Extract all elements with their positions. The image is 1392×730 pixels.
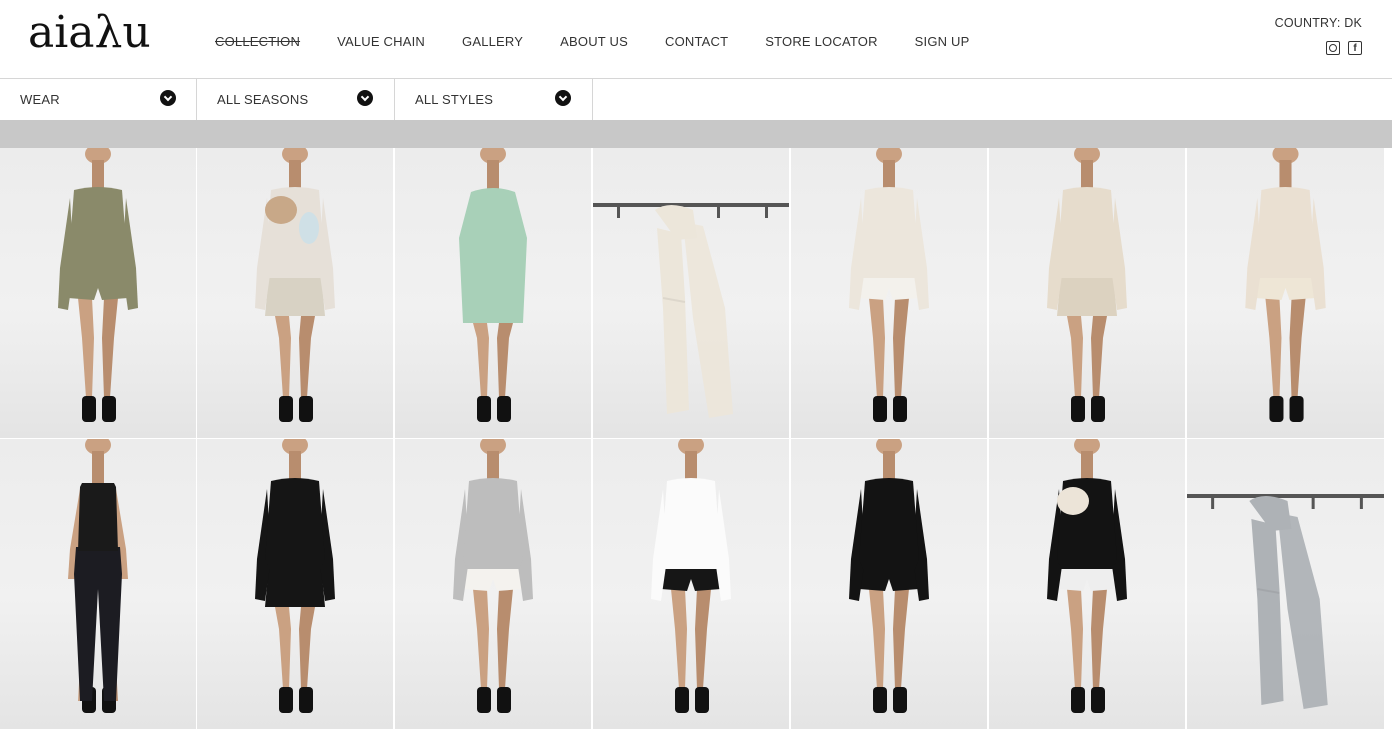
product-tile[interactable] <box>197 439 393 729</box>
model-image <box>255 148 335 422</box>
social-links: f <box>1326 41 1362 55</box>
product-tile[interactable] <box>791 439 987 729</box>
model-image <box>459 148 527 422</box>
site-header: aiaλu COLLECTION VALUE CHAIN GALLERY ABO… <box>0 0 1392 78</box>
country-selector[interactable]: COUNTRY: DK <box>1275 16 1362 30</box>
main-nav: COLLECTION VALUE CHAIN GALLERY ABOUT US … <box>215 34 1007 50</box>
model-image <box>255 439 335 713</box>
product-tile[interactable] <box>1187 148 1384 438</box>
model-image <box>849 439 929 713</box>
model-image <box>1047 148 1127 422</box>
product-tile[interactable] <box>197 148 393 438</box>
filter-bar: WEAR ALL SEASONS ALL STYLES <box>0 78 1392 120</box>
nav-value-chain[interactable]: VALUE CHAIN <box>337 34 425 50</box>
model-image <box>58 148 138 422</box>
model-image <box>68 439 128 713</box>
chevron-down-icon <box>555 90 571 106</box>
chevron-down-icon <box>357 90 373 106</box>
nav-collection[interactable]: COLLECTION <box>215 34 300 50</box>
filter-seasons[interactable]: ALL SEASONS <box>197 79 395 120</box>
filter-styles-label: ALL STYLES <box>415 92 494 107</box>
collection-banner <box>0 120 1392 148</box>
instagram-icon[interactable] <box>1326 41 1340 55</box>
filter-styles[interactable]: ALL STYLES <box>395 79 593 120</box>
filter-seasons-label: ALL SEASONS <box>217 92 309 107</box>
filter-wear[interactable]: WEAR <box>0 79 197 120</box>
model-image <box>1047 439 1127 713</box>
nav-store-locator[interactable]: STORE LOCATOR <box>765 34 877 50</box>
model-image <box>651 439 731 713</box>
nav-sign-up[interactable]: SIGN UP <box>915 34 970 50</box>
product-tile[interactable] <box>593 439 789 729</box>
product-tile[interactable] <box>791 148 987 438</box>
product-tile[interactable] <box>989 148 1185 438</box>
scarf-image <box>593 203 789 418</box>
nav-gallery[interactable]: GALLERY <box>462 34 523 50</box>
product-tile[interactable] <box>395 148 591 438</box>
facebook-icon[interactable]: f <box>1348 41 1362 55</box>
product-grid <box>0 148 1392 730</box>
chevron-down-icon <box>160 90 176 106</box>
product-tile[interactable] <box>0 148 196 438</box>
scarf-image <box>1187 494 1384 709</box>
filter-wear-label: WEAR <box>20 92 60 107</box>
product-tile[interactable] <box>593 148 789 438</box>
product-tile[interactable] <box>1187 439 1384 729</box>
brand-logo[interactable]: aiaλu <box>28 8 151 58</box>
product-tile[interactable] <box>989 439 1185 729</box>
nav-about-us[interactable]: ABOUT US <box>560 34 628 50</box>
product-tile[interactable] <box>0 439 196 729</box>
nav-contact[interactable]: CONTACT <box>665 34 728 50</box>
product-tile[interactable] <box>395 439 591 729</box>
model-image <box>1245 148 1326 422</box>
model-image <box>849 148 929 422</box>
model-image <box>453 439 533 713</box>
